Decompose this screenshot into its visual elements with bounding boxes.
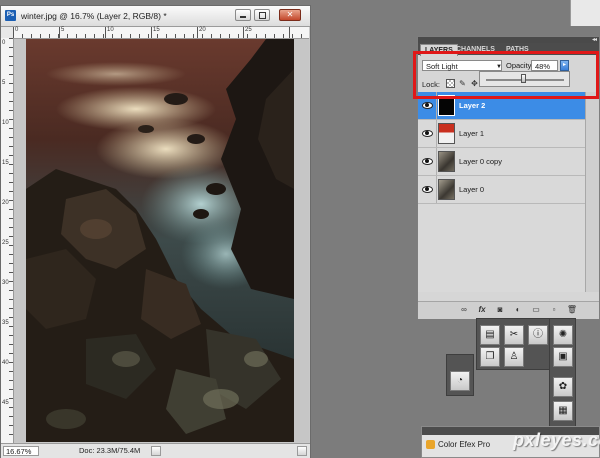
layer-row[interactable]: Layer 0 [418,176,585,204]
brightness-icon[interactable]: ✺ [553,325,573,345]
eye-icon[interactable] [421,156,433,166]
document-window[interactable]: Ps winter.jpg @ 16.7% (Layer 2, RGB/8) *… [0,5,311,458]
highlight-annotation [413,51,599,99]
visibility-cell[interactable] [418,120,437,147]
clone-source-icon[interactable]: ❐ [480,347,500,367]
photoshop-icon: Ps [5,10,16,21]
maximize-button[interactable] [254,9,270,21]
layer-name: Layer 1 [459,129,485,138]
application-icon[interactable] [570,0,600,26]
colorefex-icon [426,440,435,449]
ruler-number: 25 [245,27,252,33]
new-layer-icon[interactable]: ▫ [548,305,560,315]
scroll-left-button[interactable] [151,446,161,456]
ruler-number: 5 [2,80,6,86]
ruler-number: 25 [2,240,9,246]
eye-icon[interactable] [421,128,433,138]
dial-icon[interactable]: ◔ [450,371,470,391]
colorefex-title: Color Efex Pro [438,440,491,449]
ruler-number: 40 [2,360,9,366]
close-button[interactable]: ✕ [279,9,301,21]
folder-icon[interactable]: ▭ [530,305,542,315]
status-bar: 16.67% Doc: 23.3M/75.4M [1,443,310,458]
ruler-number: 0 [2,40,6,46]
adjustment-icon[interactable]: ◐ [512,305,524,315]
fx-icon[interactable]: fx [476,305,488,315]
canvas-image[interactable] [26,39,294,442]
palette-icon[interactable]: ✿ [553,377,573,397]
scroll-right-button[interactable] [297,446,307,456]
ruler-horizontal[interactable]: 0 5 10 15 20 25 [13,27,309,39]
visibility-cell[interactable] [418,176,437,203]
tools-icon[interactable]: ✂ [504,325,524,345]
ruler-number: 5 [61,27,65,33]
stamp-icon[interactable]: ♙ [504,347,524,367]
link-icon[interactable]: ∞ [458,305,470,315]
layer-thumbnail [438,123,455,144]
layers-scrollbar[interactable] [585,92,599,292]
ruler-number: 10 [107,27,114,33]
layer-name: Layer 2 [459,101,486,110]
collapse-icon[interactable]: ◂◂ [592,36,597,43]
ruler-number: 0 [15,27,19,33]
canvas-area[interactable] [14,39,309,442]
ruler-vertical[interactable]: 0 5 10 15 20 25 30 35 40 45 [1,38,14,443]
zoom-field[interactable]: 16.67% [3,446,39,456]
layer-row[interactable]: Layer 0 copy [418,148,585,176]
document-title: winter.jpg @ 16.7% (Layer 2, RGB/8) * [21,11,167,21]
ruler-number: 35 [2,320,9,326]
document-size-info: Doc: 23.3M/75.4M [79,446,141,455]
info-icon[interactable]: ⓘ [528,325,548,345]
ruler-number: 10 [2,120,9,126]
grid-icon[interactable]: ▦ [553,401,573,421]
layer-name: Layer 0 copy [459,157,502,166]
ruler-number: 45 [2,400,9,406]
trash-icon[interactable]: 🗑 [566,305,578,315]
ruler-number: 20 [199,27,206,33]
minimize-button[interactable] [235,9,251,21]
ruler-number: 15 [153,27,160,33]
panel-dock-right: ✺ ▣ ✿ ▦ [549,318,576,430]
layer-row[interactable]: Layer 1 [418,120,585,148]
ruler-number: 15 [2,160,9,166]
ruler-number: 30 [2,280,9,286]
layer-thumbnail [438,179,455,200]
eye-icon[interactable] [421,100,433,110]
layers-footer: ∞ fx ◙ ◐ ▭ ▫ 🗑 [418,301,599,319]
mask-icon[interactable]: ◙ [494,305,506,315]
layers-list: Layer 2 Layer 1 Layer 0 copy Layer 0 [418,92,599,292]
visibility-cell[interactable] [418,148,437,175]
mini-panel: ◔ [446,354,474,396]
image-icon[interactable]: ▣ [553,347,573,367]
ruler-number: 20 [2,200,9,206]
navigator-icon[interactable]: ▤ [480,325,500,345]
panel-dock: ▤ ✂ ⓘ ❐ ♙ [476,318,550,370]
layer-name: Layer 0 [459,185,485,194]
eye-icon[interactable] [421,184,433,194]
layer-thumbnail [438,151,455,172]
document-titlebar[interactable]: Ps winter.jpg @ 16.7% (Layer 2, RGB/8) *… [1,6,310,27]
watermark: pxleyes.com [513,430,600,450]
